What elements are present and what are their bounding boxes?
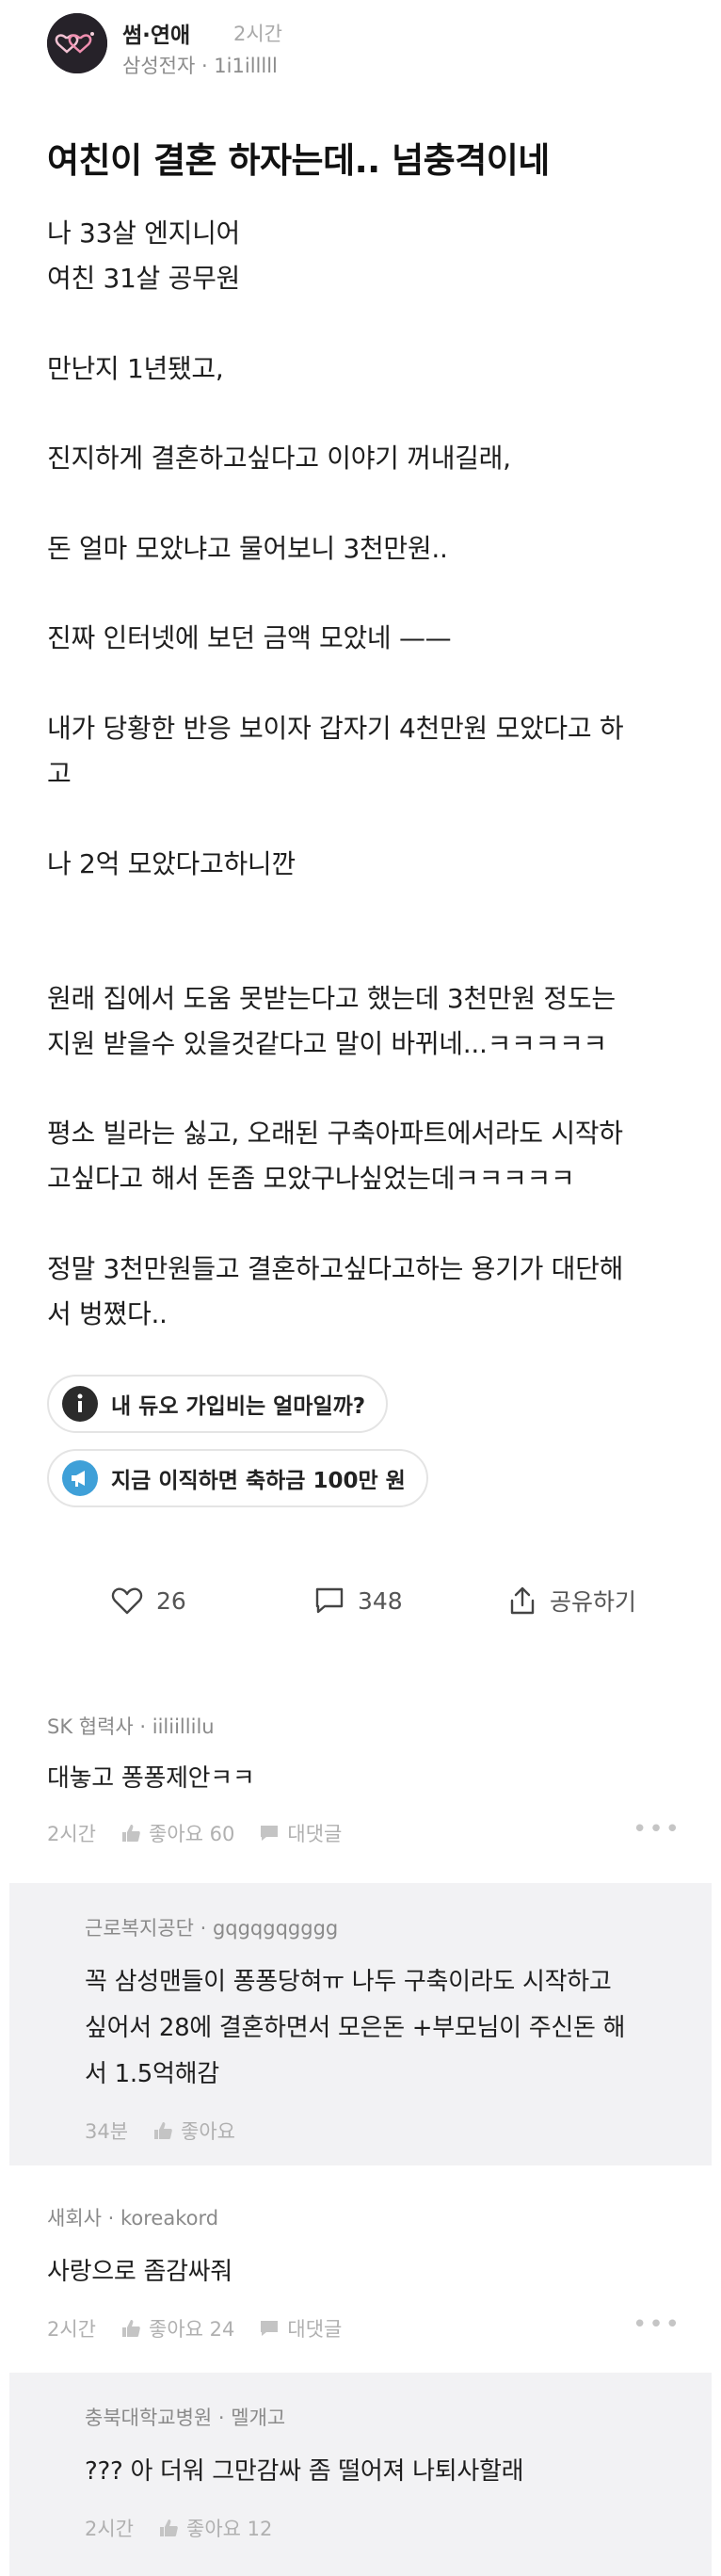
more-options-icon[interactable]: •••: [633, 2310, 681, 2339]
channel-avatar[interactable]: [47, 13, 107, 73]
body-line: 돈 얼마 모았냐고 물어보니 3천만원..: [47, 533, 448, 564]
comment-like-label: 좋아요 24: [149, 2318, 235, 2341]
post-author[interactable]: 삼성전자 · 1i1illlll: [122, 51, 278, 79]
channel-name[interactable]: 썸·연애: [122, 17, 190, 49]
post-time: 2시간: [233, 23, 283, 45]
like-count: 26: [156, 1586, 186, 1615]
body-line: 원래 집에서 도움 못받는다고 했는데 3천만원 정도는: [47, 983, 616, 1014]
comment-like-button[interactable]: 좋아요 12: [158, 2514, 272, 2542]
comment-text: 서 1.5억해감: [85, 2060, 219, 2088]
comment-like-label: 좋아요 12: [186, 2518, 273, 2540]
comment-meta: 2시간 좋아요 24 대댓글: [47, 2314, 366, 2343]
comment-reply-label: 대댓글: [287, 2318, 343, 2341]
body-line: 나 33살 엔지니어: [47, 217, 240, 249]
comment-meta: 2시간 좋아요 60 대댓글: [47, 1819, 366, 1847]
body-line: 고싶다고 해서 돈좀 모았구나싶었는데ㅋㅋㅋㅋㅋ: [47, 1163, 575, 1194]
reply-item: 근로복지공단 · gqgqgqgggg 꼭 삼성맨들이 퐁퐁당혀ㅠ 나두 구축이…: [9, 1883, 712, 2165]
comment-time: 2시간: [85, 2518, 135, 2540]
body-line: 진지하게 결혼하고싶다고 이야기 꺼내길래,: [47, 443, 511, 474]
comment-text: 대놓고 퐁퐁제안ㅋㅋ: [47, 1764, 255, 1793]
info-icon: [62, 1386, 98, 1422]
comment-count: 348: [358, 1586, 403, 1615]
comment-meta: 34분 좋아요: [85, 2117, 260, 2145]
body-line: 만난지 1년됐고,: [47, 353, 224, 384]
thumbs-up-icon: [122, 2320, 140, 2337]
share-button[interactable]: 공유하기: [508, 1577, 636, 1624]
comment-like-button[interactable]: 좋아요 60: [120, 1819, 234, 1847]
body-line: 고: [47, 758, 72, 789]
heart-logo-icon: [47, 13, 107, 73]
share-label: 공유하기: [550, 1588, 637, 1616]
megaphone-icon: [62, 1460, 98, 1496]
body-line: 나 2억 모았다고하니깐: [47, 848, 296, 879]
promo-label: 내 듀오 가입비는 얼마일까?: [111, 1394, 366, 1419]
comment-time: 34분: [85, 2120, 129, 2143]
comment-author[interactable]: 충북대학교병원 · 멜개고: [85, 2403, 285, 2431]
body-line: 평소 빌라는 싫고, 오래된 구축아파트에서라도 시작하: [47, 1118, 623, 1149]
comment-author[interactable]: SK 협력사 · iiliillilu: [47, 1712, 215, 1740]
more-options-icon[interactable]: •••: [633, 1815, 681, 1843]
like-button[interactable]: 26: [111, 1577, 186, 1624]
reply-icon: [261, 1826, 279, 1841]
comment-text: 사랑으로 좀감싸줘: [47, 2258, 232, 2286]
thumbs-up-icon: [160, 2520, 178, 2536]
reply-item: 충북대학교병원 · 멜개고 ??? 아 더워 그만감싸 좀 떨어져 나퇴사할래 …: [9, 2373, 712, 2576]
comment-text: ??? 아 더워 그만감싸 좀 떨어져 나퇴사할래: [85, 2457, 524, 2486]
body-line: 내가 당황한 반응 보이자 갑자기 4천만원 모았다고 하: [47, 713, 624, 744]
comment-icon: [315, 1587, 344, 1614]
body-line: 정말 3천만원들고 결혼하고싶다고하는 용기가 대단해: [47, 1253, 624, 1284]
comment-like-button[interactable]: 좋아요 24: [120, 2314, 234, 2343]
heart-icon: [111, 1587, 143, 1615]
body-line: 여친 31살 공무원: [47, 263, 240, 294]
comment-reply-label: 대댓글: [287, 1823, 343, 1845]
comment-time: 2시간: [47, 1823, 97, 1845]
comment-text: 꼭 삼성맨들이 퐁퐁당혀ㅠ 나두 구축이라도 시작하고: [85, 1968, 612, 1996]
comment-reply-button[interactable]: 대댓글: [259, 1819, 342, 1847]
thumbs-up-icon: [154, 2122, 172, 2139]
body-line: 서 벙쪘다..: [47, 1298, 168, 1329]
comment-text: 싶어서 28에 결혼하면서 모은돈 +부모님이 주신돈 해: [85, 2014, 626, 2042]
body-line: 지원 받을수 있을것같다고 말이 바뀌네...ㅋㅋㅋㅋㅋ: [47, 1028, 607, 1059]
comment-button[interactable]: 348: [314, 1577, 403, 1624]
comment-time: 2시간: [47, 2318, 97, 2341]
comment-reply-button[interactable]: 대댓글: [259, 2314, 342, 2343]
reply-icon: [261, 2321, 279, 2336]
comment-meta: 2시간 좋아요 12: [85, 2514, 296, 2542]
comment-author[interactable]: 근로복지공단 · gqgqgqgggg: [85, 1913, 338, 1941]
comment-like-label: 좋아요 60: [149, 1823, 235, 1845]
post-title: 여친이 결혼 하자는데.. 넘충격이네: [47, 140, 550, 181]
comment-like-button[interactable]: 좋아요: [152, 2117, 235, 2145]
promo-duo-button[interactable]: 내 듀오 가입비는 얼마일까?: [47, 1375, 389, 1433]
thumbs-up-icon: [122, 1825, 140, 1842]
comment-author[interactable]: 새회사 · koreakord: [47, 2203, 218, 2231]
share-icon: [510, 1586, 535, 1615]
body-line: 진짜 인터넷에 보던 금액 모았네 ——: [47, 622, 452, 653]
promo-job-button[interactable]: 지금 이직하면 축하금 100만 원: [47, 1449, 428, 1507]
post-header: 썸·연애 2시간 삼성전자 · 1i1illlll: [47, 11, 706, 77]
comment-like-label: 좋아요: [181, 2120, 236, 2143]
promo-label: 지금 이직하면 축하금 100만 원: [111, 1469, 406, 1493]
